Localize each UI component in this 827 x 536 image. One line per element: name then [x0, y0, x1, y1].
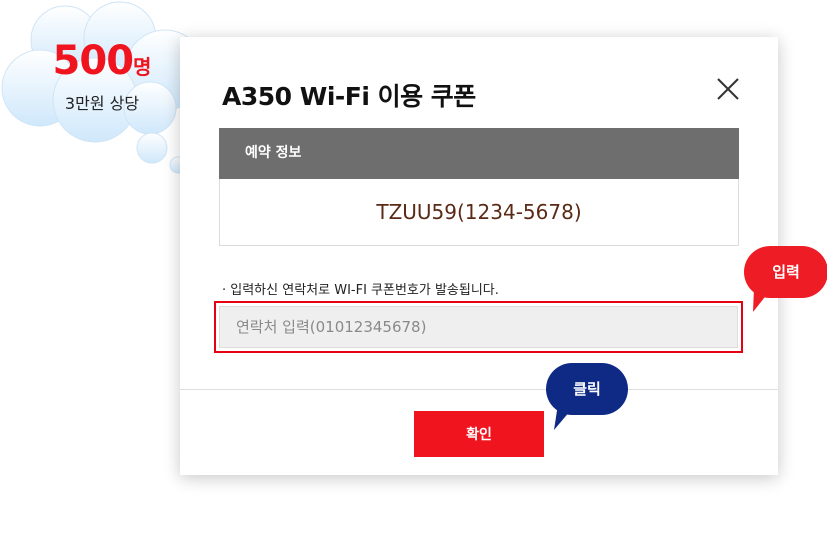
input-callout: 입력 — [744, 246, 827, 298]
modal-title: A350 Wi-Fi 이용 쿠폰 — [222, 82, 476, 111]
phone-note: · 입력하신 연락처로 WI-FI 쿠폰번호가 발송됩니다. — [222, 283, 499, 298]
close-button[interactable] — [714, 75, 742, 103]
click-callout: 클릭 — [546, 363, 628, 415]
reservation-info-box: 예약 정보 TZUU59(1234-5678) — [219, 128, 739, 246]
confirm-button[interactable]: 확인 — [414, 411, 544, 457]
close-icon — [717, 78, 739, 100]
promo-count-unit: 명 — [133, 55, 152, 79]
reservation-value: TZUU59(1234-5678) — [376, 200, 582, 224]
footer-divider — [180, 389, 778, 390]
reservation-header: 예약 정보 — [219, 128, 739, 179]
promo-subtitle: 3만원 상당 — [64, 94, 140, 113]
phone-input[interactable] — [219, 306, 738, 348]
promo-count: 500명 — [52, 38, 152, 84]
coupon-modal: A350 Wi-Fi 이용 쿠폰 예약 정보 TZUU59(1234-5678)… — [180, 37, 778, 475]
promo-text: 500명 3만원 상당 — [22, 40, 182, 114]
